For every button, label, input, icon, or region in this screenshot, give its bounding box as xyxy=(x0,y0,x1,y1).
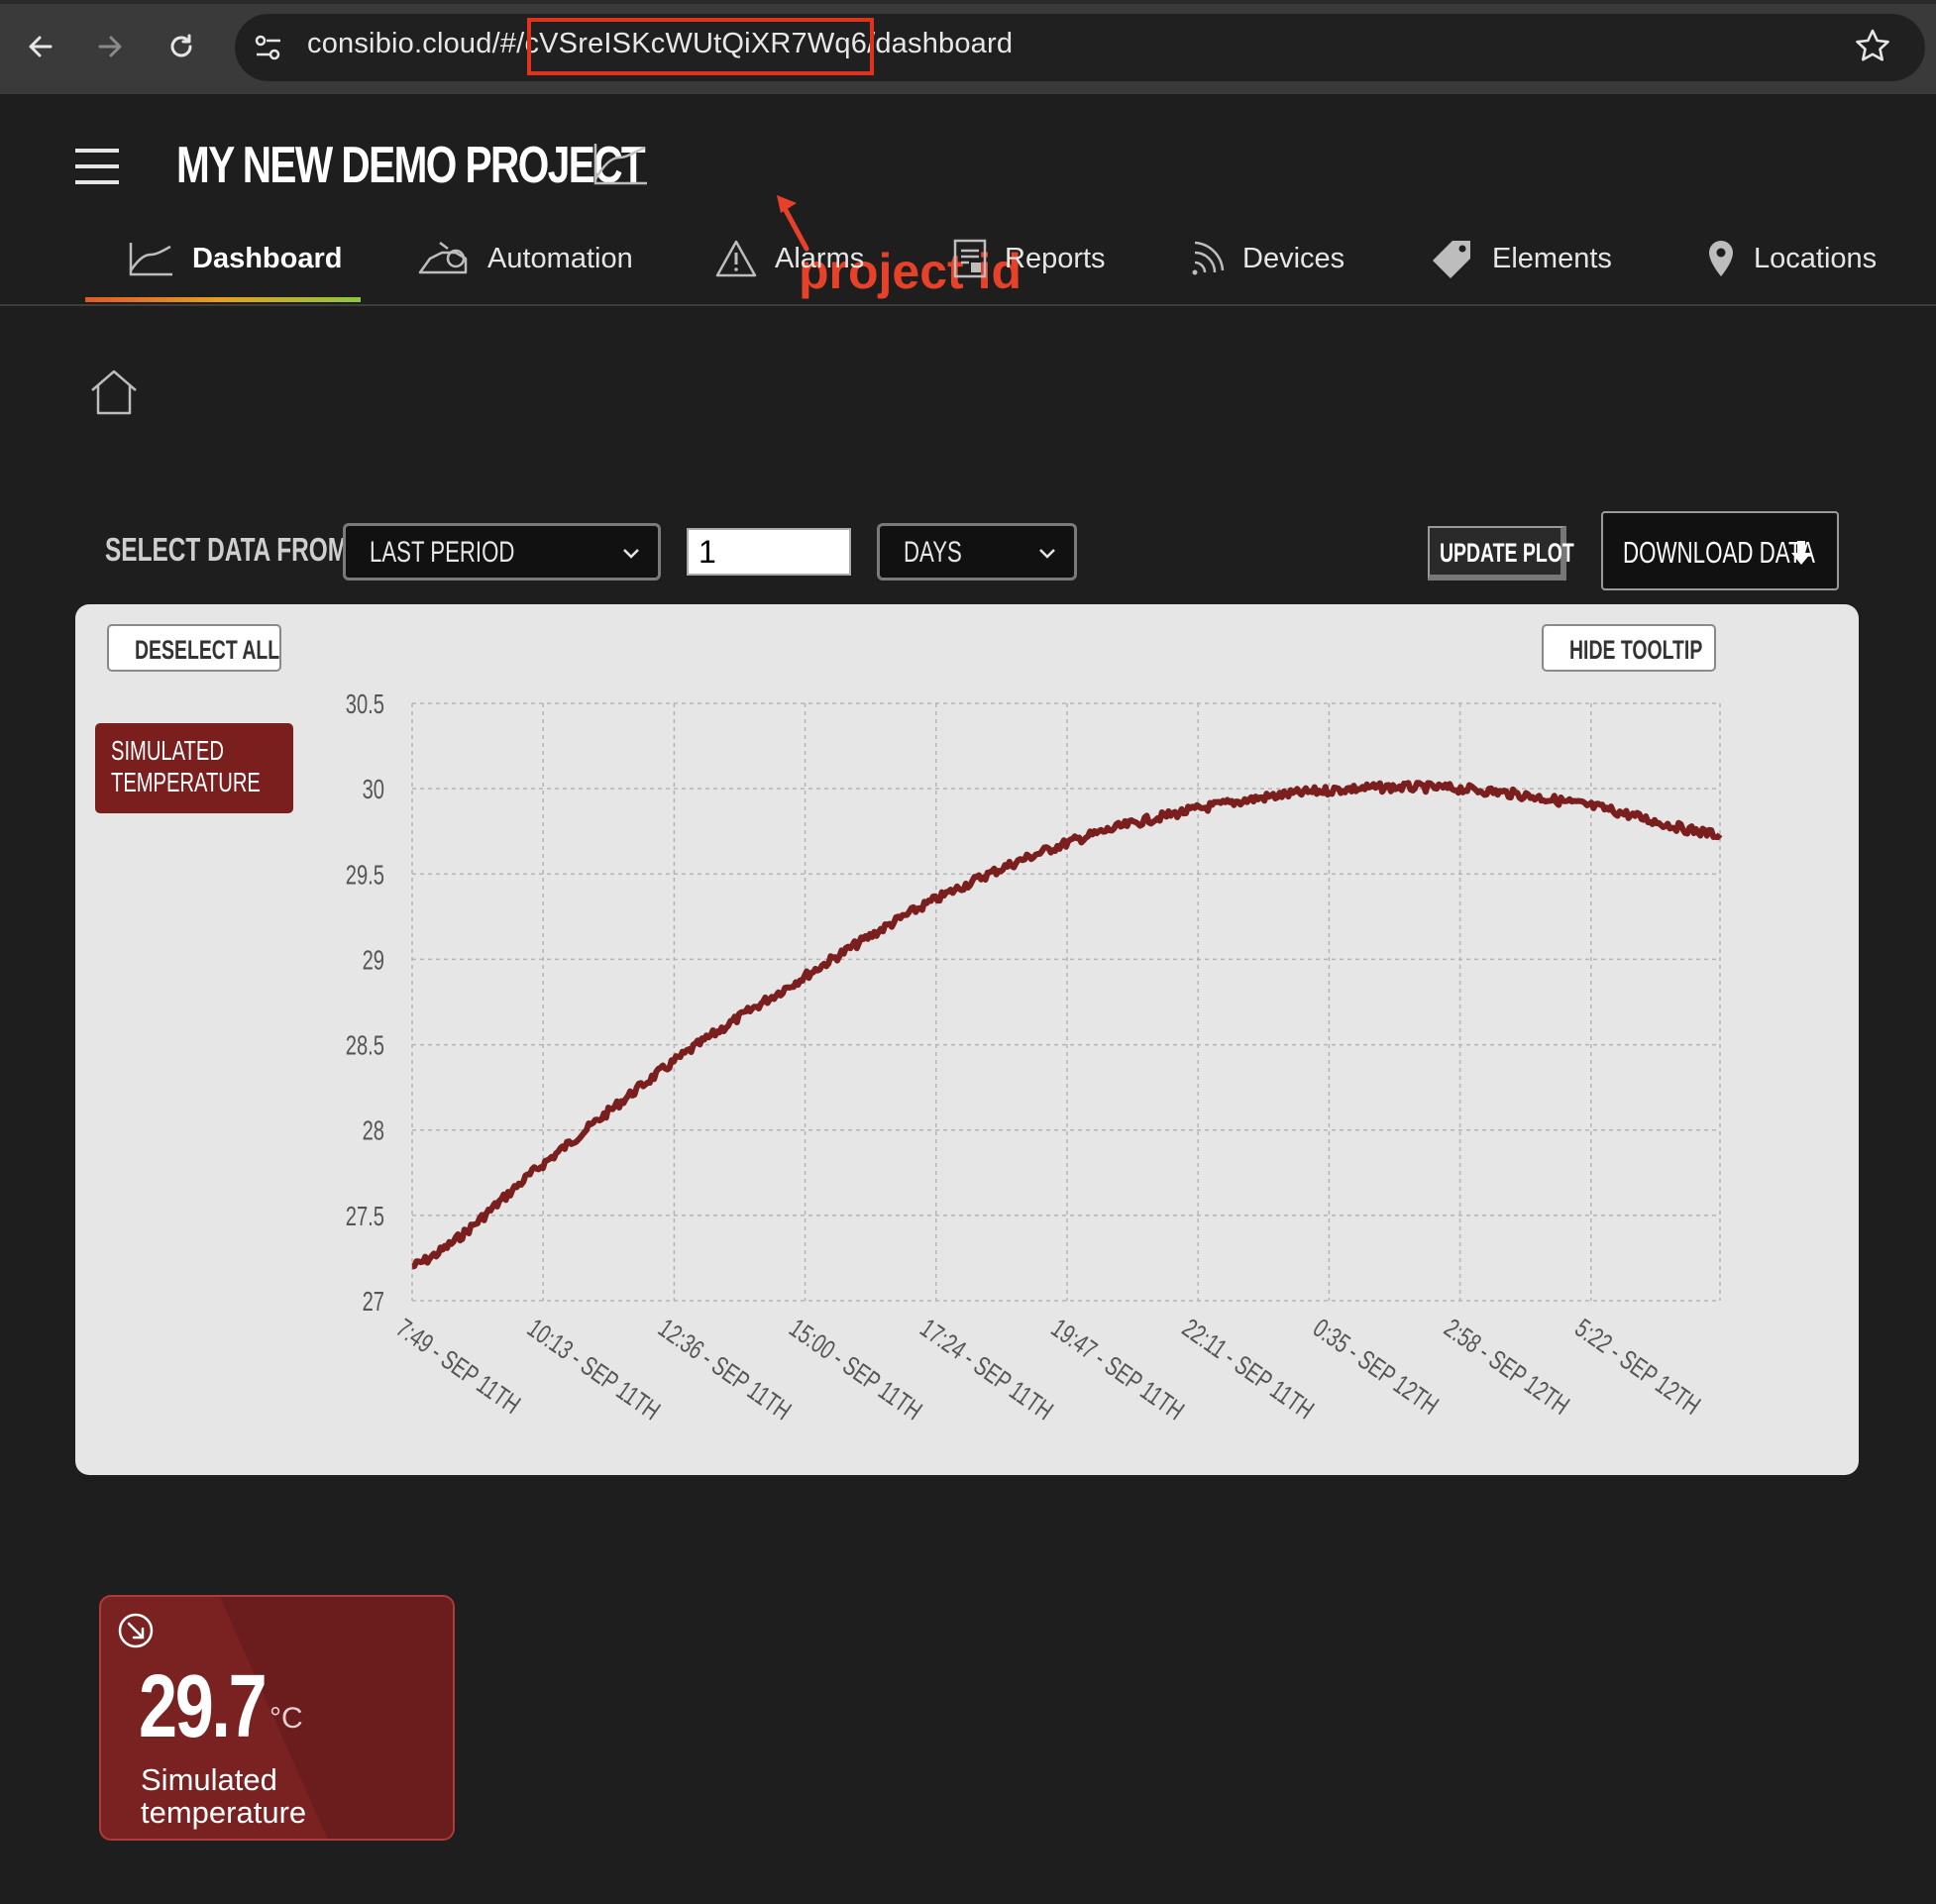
site-settings-icon xyxy=(255,35,280,60)
x-tick-label: 2:58 - SEP 12TH xyxy=(1439,1313,1574,1420)
tab-label: Elements xyxy=(1492,242,1612,274)
forward-button[interactable] xyxy=(85,22,135,71)
home-icon[interactable] xyxy=(89,369,139,416)
download-data-label: DOWNLOAD DATA xyxy=(1623,535,1815,570)
back-button[interactable] xyxy=(16,22,65,71)
select-data-label: SELECT DATA FROM: xyxy=(105,531,357,568)
x-tick-label: 10:13 - SEP 11TH xyxy=(522,1313,666,1426)
hide-tooltip-label: HIDE TOOLTIP xyxy=(1569,635,1703,665)
tab-label: Dashboard xyxy=(192,242,343,274)
update-plot-button[interactable]: UPDATE PLOT xyxy=(1428,526,1574,581)
card-value: 29.7 xyxy=(139,1657,268,1756)
project-id-highlight xyxy=(527,18,874,75)
x-tick-label: 0:35 - SEP 12TH xyxy=(1308,1313,1444,1420)
report-document-icon xyxy=(953,239,987,278)
tab-label: Automation xyxy=(487,242,633,274)
tab-alarms[interactable]: Alarms xyxy=(715,224,864,293)
legend-label: SIMULATED TEMPERATURE xyxy=(111,735,261,797)
y-tick-label: 29.5 xyxy=(346,860,384,891)
tab-label: Reports xyxy=(1005,242,1106,274)
chevron-down-icon xyxy=(1039,549,1055,559)
tab-elements[interactable]: Elements xyxy=(1431,224,1612,293)
tab-locations[interactable]: Locations xyxy=(1706,224,1877,293)
hide-tooltip-button[interactable]: HIDE TOOLTIP xyxy=(1542,624,1716,672)
url-suffix: /dashboard xyxy=(867,28,1014,59)
map-pin-icon xyxy=(1709,241,1733,276)
automation-hand-icon xyxy=(418,242,468,274)
tab-strip xyxy=(0,0,1936,4)
legend-simulated-temperature[interactable]: SIMULATED TEMPERATURE xyxy=(95,723,293,813)
card-unit: °C xyxy=(269,1702,303,1735)
tab-automation[interactable]: Automation xyxy=(418,224,633,293)
y-tick-label: 30.5 xyxy=(346,689,384,720)
y-tick-label: 28.5 xyxy=(346,1030,384,1061)
x-tick-label: 5:22 - SEP 12TH xyxy=(1570,1313,1706,1420)
tag-icon xyxy=(1433,241,1470,278)
x-tick-label: 15:00 - SEP 11TH xyxy=(784,1313,927,1426)
sensor-value-card[interactable]: 29.7 °C Simulated temperature xyxy=(99,1595,455,1841)
download-arrow-icon xyxy=(1791,541,1811,565)
wireless-signal-icon xyxy=(1192,241,1225,275)
y-tick-label: 30 xyxy=(363,775,384,805)
chart-line-icon xyxy=(129,243,172,276)
x-tick-label: 19:47 - SEP 11TH xyxy=(1046,1313,1190,1426)
x-tick-label: 22:11 - SEP 11TH xyxy=(1177,1313,1320,1425)
y-tick-label: 27.5 xyxy=(346,1202,384,1232)
reload-button[interactable] xyxy=(157,22,206,71)
chevron-down-icon xyxy=(623,549,639,559)
series-line-simulated-temperature xyxy=(411,780,1723,1270)
y-tick-label: 29 xyxy=(363,945,384,976)
y-tick-label: 27 xyxy=(363,1287,384,1318)
tab-label: Alarms xyxy=(775,242,865,274)
tab-label: Locations xyxy=(1754,242,1878,274)
hamburger-menu-icon[interactable] xyxy=(75,149,119,184)
reload-icon xyxy=(170,34,192,57)
period-select[interactable]: LAST PERIOD xyxy=(343,523,661,581)
project-title: MY NEW DEMO PROJECT xyxy=(176,137,646,194)
arrow-left-icon xyxy=(29,36,53,57)
period-count-input[interactable] xyxy=(687,528,851,576)
temperature-chart: 30.53029.52928.52827.5277:49 - SEP 11TH1… xyxy=(346,689,1723,1426)
bookmark-star-icon[interactable] xyxy=(1853,27,1892,66)
tab-reports[interactable]: Reports xyxy=(953,224,1106,293)
browser-toolbar: consibio.cloud/#/cVSreISKcWUtQiXR7Wq6/da… xyxy=(0,0,1936,94)
warning-triangle-icon xyxy=(715,240,757,277)
arrow-right-icon xyxy=(98,36,122,57)
unit-select[interactable]: DAYS xyxy=(877,523,1077,581)
download-data-button[interactable]: DOWNLOAD DATA xyxy=(1601,511,1839,590)
url-prefix: consibio.cloud/#/ xyxy=(307,28,525,59)
trend-down-icon xyxy=(118,1613,154,1648)
tab-label: Devices xyxy=(1242,242,1345,274)
unit-select-value: DAYS xyxy=(904,536,962,569)
deselect-all-button[interactable]: DESELECT ALL xyxy=(107,624,281,672)
chart-panel: 30.5 30 29.5 29 28.5 28 27.5 27 7:49 - SEP 11TH 1… xyxy=(75,604,1859,1475)
tab-dashboard[interactable]: Dashboard xyxy=(129,224,342,293)
tab-devices[interactable]: Devices xyxy=(1189,224,1344,293)
period-select-value: LAST PERIOD xyxy=(370,536,515,569)
x-tick-label: 17:24 - SEP 11TH xyxy=(915,1313,1059,1426)
y-tick-label: 28 xyxy=(363,1116,384,1147)
active-tab-indicator xyxy=(85,297,361,302)
x-tick-label: 7:49 - SEP 11TH xyxy=(391,1313,526,1420)
card-label: Simulated temperature xyxy=(141,1762,307,1830)
update-plot-label: UPDATE PLOT xyxy=(1440,538,1574,568)
deselect-all-label: DESELECT ALL xyxy=(135,635,280,665)
chart-line-icon xyxy=(593,144,647,185)
x-tick-label: 12:36 - SEP 11TH xyxy=(653,1313,797,1426)
